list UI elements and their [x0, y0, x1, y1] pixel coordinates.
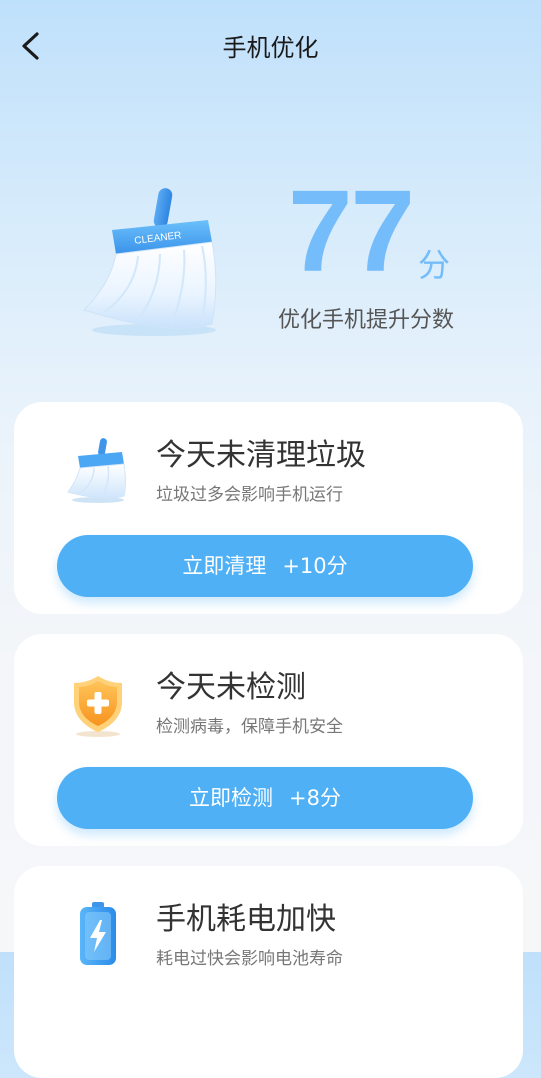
- broom-icon: [67, 438, 126, 503]
- score-caption: 优化手机提升分数: [278, 308, 455, 333]
- scan-now-button[interactable]: 立即检测 +8分: [57, 767, 473, 829]
- battery-bolt-icon: [80, 902, 116, 965]
- card-desc: 耗电过快会影响电池寿命: [156, 949, 343, 969]
- card-desc: 垃圾过多会影响手机运行: [156, 485, 343, 505]
- top-bar: 手机优化: [0, 0, 541, 92]
- card-title: 手机耗电加快: [156, 902, 336, 937]
- scan-card: 今天未检测 检测病毒，保障手机安全 立即检测 +8分: [14, 634, 523, 846]
- card-title: 今天未清理垃圾: [156, 438, 366, 473]
- clean-card: 今天未清理垃圾 垃圾过多会影响手机运行 立即清理 +10分: [14, 402, 523, 614]
- button-label: 立即检测: [189, 786, 274, 810]
- button-bonus: +10分: [282, 554, 348, 578]
- score-value: 77: [288, 166, 415, 296]
- score-unit: 分: [418, 246, 451, 284]
- battery-card: 手机耗电加快 耗电过快会影响电池寿命: [14, 866, 523, 1078]
- clean-now-button[interactable]: 立即清理 +10分: [57, 535, 473, 597]
- card-desc: 检测病毒，保障手机安全: [156, 717, 343, 737]
- broom-icon: CLEANER: [83, 188, 217, 336]
- button-label: 立即清理: [182, 554, 267, 578]
- score-display: 77 分: [288, 166, 528, 296]
- card-title: 今天未检测: [156, 670, 306, 705]
- button-bonus: +8分: [289, 786, 341, 810]
- shield-plus-icon: [74, 676, 122, 737]
- page-title: 手机优化: [222, 34, 319, 62]
